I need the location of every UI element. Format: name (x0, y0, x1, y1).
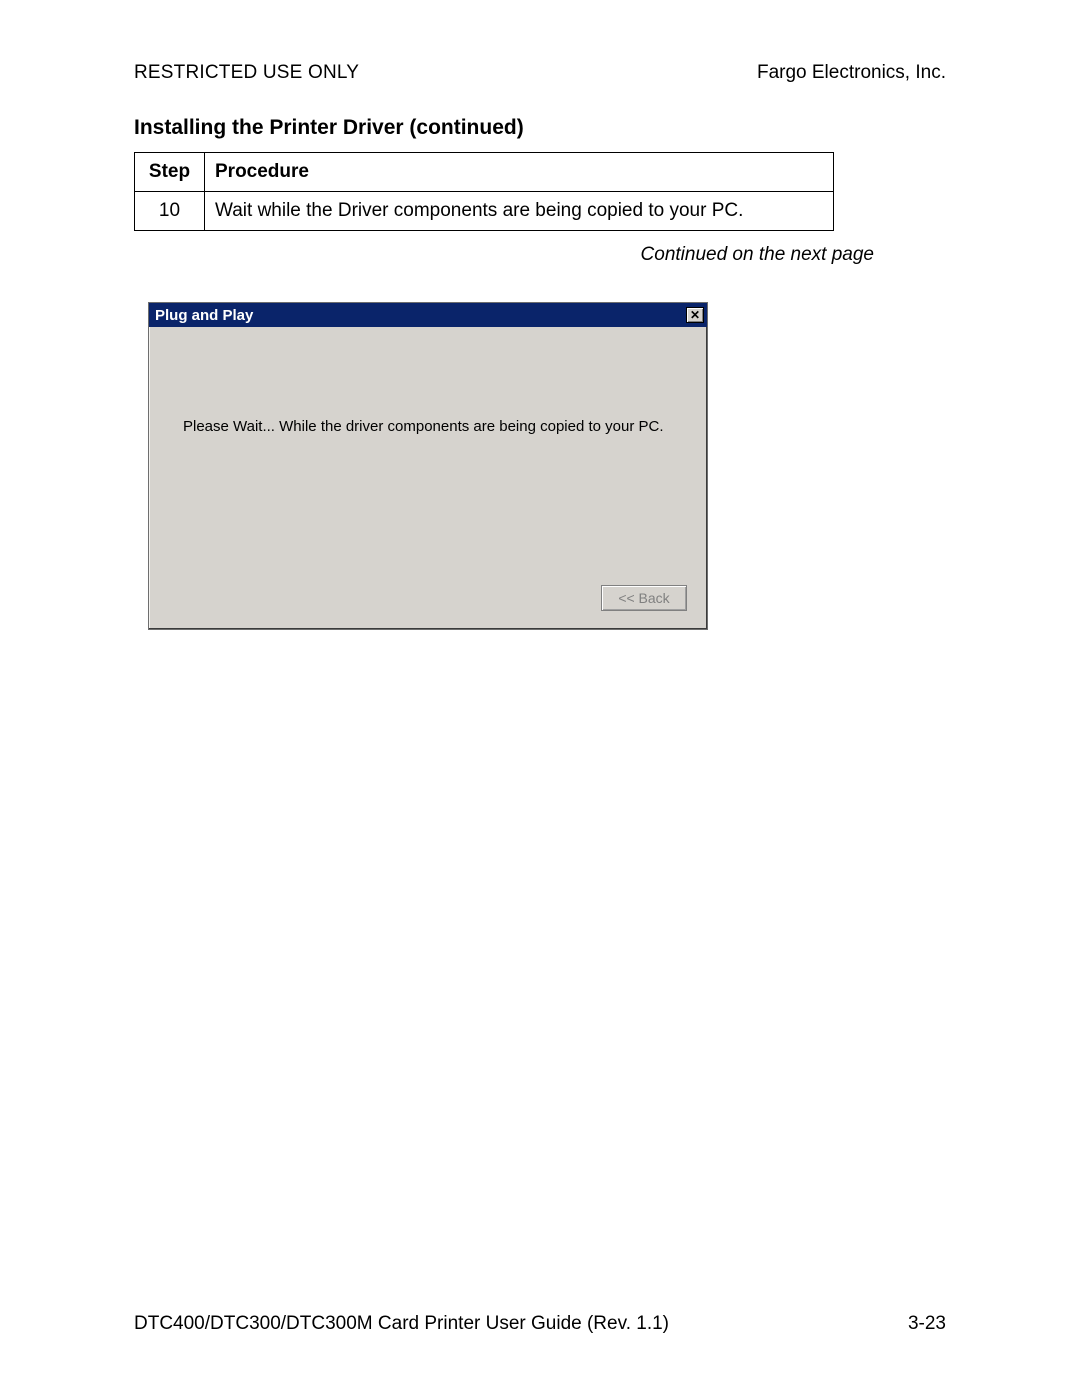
dialog-message: Please Wait... While the driver componen… (183, 417, 667, 437)
cell-procedure: Wait while the Driver components are bei… (205, 192, 834, 231)
cell-step: 10 (135, 192, 205, 231)
procedure-table: Step Procedure 10 Wait while the Driver … (134, 152, 834, 231)
footer-guide: DTC400/DTC300/DTC300M Card Printer User … (134, 1313, 669, 1335)
col-header-step: Step (135, 153, 205, 192)
plug-and-play-dialog: Plug and Play ✕ Please Wait... While the… (148, 302, 708, 630)
dialog-body: Please Wait... While the driver componen… (149, 327, 707, 629)
footer-page: 3-23 (908, 1313, 946, 1335)
col-header-procedure: Procedure (205, 153, 834, 192)
header-company: Fargo Electronics, Inc. (757, 62, 946, 84)
back-button[interactable]: << Back (601, 585, 687, 611)
dialog-title: Plug and Play (155, 307, 686, 324)
document-page: RESTRICTED USE ONLY Fargo Electronics, I… (0, 0, 1080, 1397)
header-restricted: RESTRICTED USE ONLY (134, 62, 359, 84)
section-title: Installing the Printer Driver (continued… (134, 116, 524, 140)
dialog-titlebar: Plug and Play ✕ (149, 303, 707, 327)
table-header-row: Step Procedure (135, 153, 834, 192)
close-icon[interactable]: ✕ (686, 307, 704, 323)
continuation-note: Continued on the next page (641, 244, 874, 266)
table-row: 10 Wait while the Driver components are … (135, 192, 834, 231)
